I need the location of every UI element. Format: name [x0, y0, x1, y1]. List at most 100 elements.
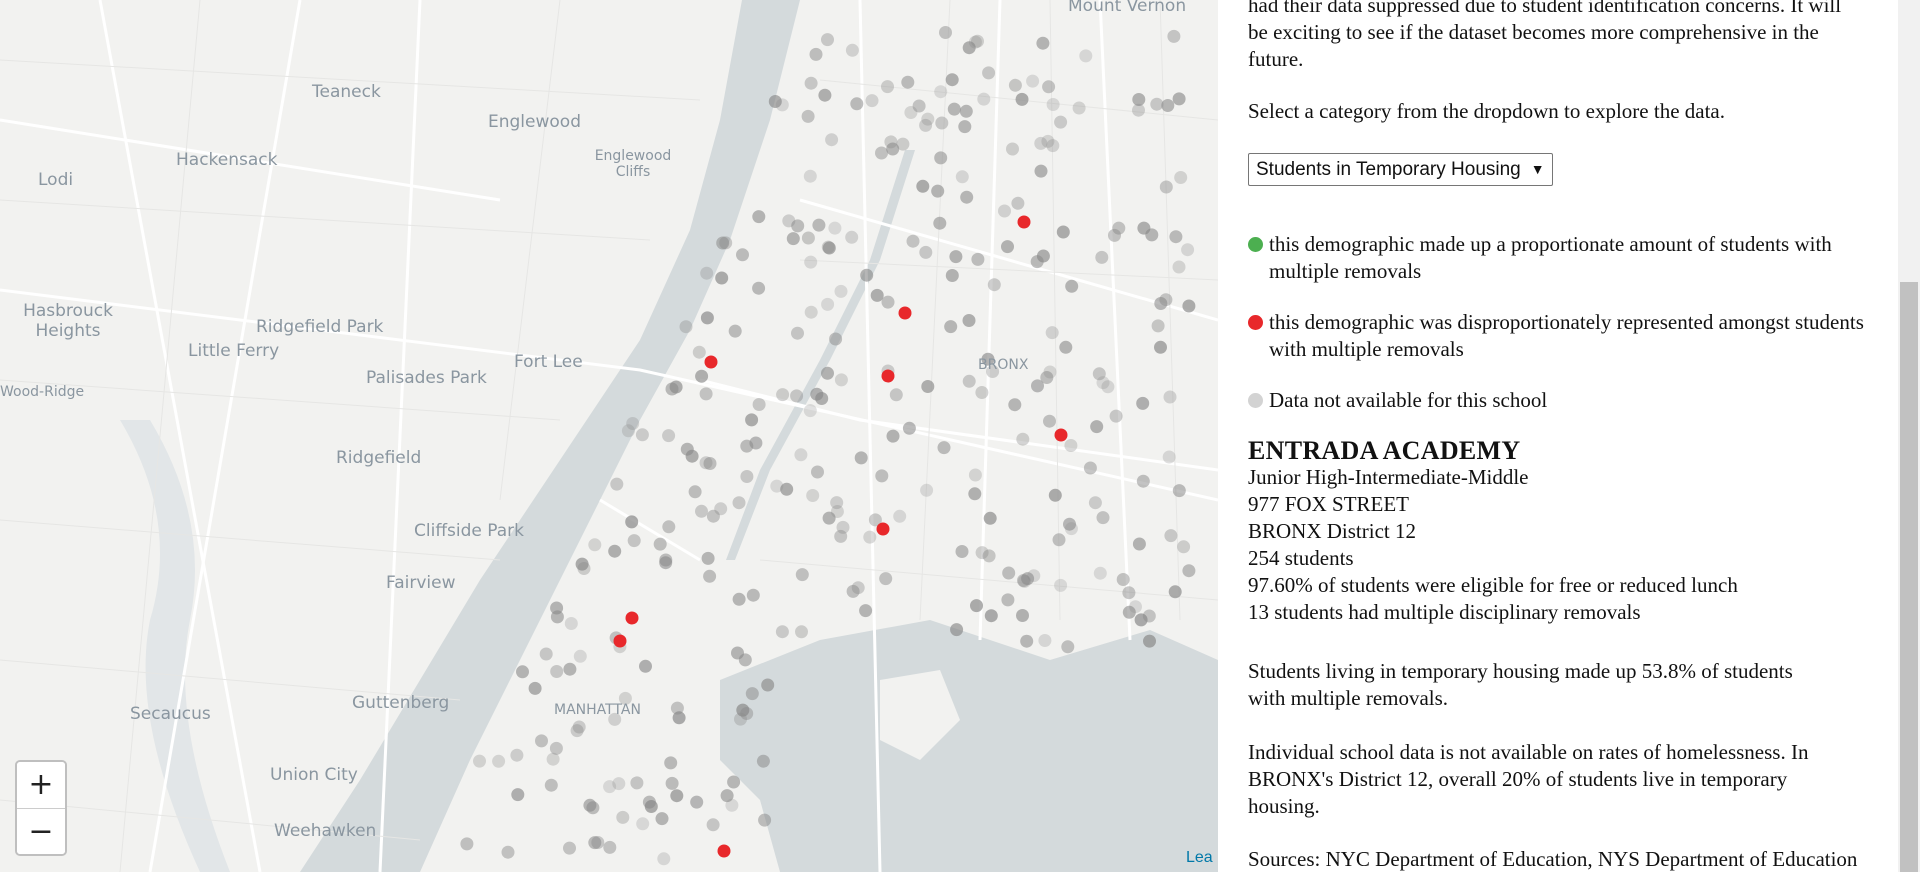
- school-marker-gray: [865, 94, 879, 108]
- school-marker-gray: [1095, 250, 1109, 264]
- school-marker-gray: [603, 840, 617, 854]
- school-marker-gray: [736, 248, 749, 262]
- school-marker-gray: [1006, 142, 1019, 156]
- school-marker-gray: [1063, 517, 1076, 531]
- school-marker-gray: [728, 324, 742, 338]
- scrollbar-thumb[interactable]: [1900, 282, 1918, 872]
- sources-text: Sources: NYC Department of Education, NY…: [1248, 847, 1858, 871]
- school-marker-gray: [1168, 585, 1182, 599]
- school-marker-gray: [893, 509, 907, 523]
- school-marker-gray: [958, 120, 972, 134]
- school-marker-gray: [982, 66, 996, 80]
- school-marker-gray: [745, 687, 759, 701]
- school-marker-gray: [821, 240, 835, 254]
- school-marker-gray: [945, 269, 959, 282]
- school-marker-gray: [746, 588, 760, 602]
- school-marker-gray: [1143, 634, 1156, 648]
- zoom-control: + −: [15, 760, 67, 856]
- school-marker-gray: [944, 320, 958, 334]
- school-marker-gray: [511, 788, 525, 802]
- school-marker-gray: [875, 146, 888, 160]
- school-marker-gray: [794, 448, 808, 462]
- school-marker-gray: [818, 88, 832, 102]
- school-marker-gray: [1056, 225, 1070, 239]
- school-marker-gray: [845, 230, 859, 244]
- legend-item-proportionate: this demographic made up a proportionate…: [1248, 231, 1868, 285]
- school-removals: 13 students had multiple disciplinary re…: [1248, 600, 1641, 624]
- school-marker-gray: [1159, 180, 1173, 194]
- school-marker-gray: [1008, 78, 1022, 92]
- map-attribution-link[interactable]: Lea: [1186, 849, 1213, 867]
- school-marker-gray: [1182, 564, 1196, 578]
- place-label: Hackensack: [176, 150, 278, 170]
- school-marker-gray: [955, 545, 969, 558]
- school-marker-gray: [939, 26, 952, 39]
- category-dropdown[interactable]: Students in Temporary Housing ▼: [1248, 153, 1553, 186]
- school-marker-gray: [1020, 634, 1034, 648]
- school-marker-gray: [768, 95, 782, 108]
- info-panel: had their data suppressed due to student…: [1248, 0, 1868, 872]
- school-marker-gray: [473, 754, 486, 768]
- school-marker-gray: [703, 457, 717, 470]
- school-marker-gray: [1181, 243, 1195, 257]
- school-marker-gray: [546, 752, 560, 766]
- intro-text: had their data suppressed due to student…: [1248, 0, 1842, 71]
- school-marker-gray: [962, 314, 976, 327]
- school-marker-gray: [782, 214, 796, 228]
- school-marker-gray: [653, 537, 667, 551]
- school-marker-gray: [564, 617, 578, 630]
- dropdown-value: Students in Temporary Housing: [1256, 159, 1521, 180]
- school-marker-gray: [539, 647, 553, 661]
- scrollbar[interactable]: [1898, 0, 1920, 872]
- school-marker-gray: [528, 681, 542, 695]
- school-marker-gray: [1116, 573, 1130, 586]
- school-marker-gray: [970, 599, 983, 613]
- school-marker-gray: [821, 366, 834, 380]
- school-marker-gray: [828, 221, 842, 235]
- school-marker-gray: [1090, 420, 1104, 434]
- school-marker-gray: [1174, 171, 1188, 184]
- school-marker-gray: [912, 99, 926, 113]
- map[interactable]: Mount Vernon Teaneck Englewood Englewood Cl…: [0, 0, 1218, 872]
- school-marker-gray: [758, 813, 772, 827]
- district-note: Individual school data is not available …: [1248, 740, 1809, 818]
- zoom-in-button[interactable]: +: [17, 762, 65, 808]
- school-marker-red: [704, 355, 718, 369]
- school-marker-gray: [573, 649, 587, 663]
- school-marker-gray: [1154, 297, 1168, 310]
- zoom-out-button[interactable]: −: [17, 808, 65, 854]
- school-marker-gray: [732, 592, 746, 606]
- school-marker-gray: [1048, 488, 1062, 502]
- school-marker-gray: [756, 754, 770, 768]
- school-marker-gray: [706, 818, 720, 832]
- school-marker-gray: [700, 266, 714, 280]
- school-marker-gray: [588, 836, 602, 850]
- school-marker-gray: [725, 798, 739, 812]
- school-lunch: 97.60% of students were eligible for fre…: [1248, 573, 1738, 597]
- school-marker-gray: [968, 487, 982, 501]
- school-marker-gray: [815, 392, 829, 405]
- school-marker-gray: [971, 252, 985, 266]
- school-marker-gray: [916, 179, 930, 193]
- school-marker-gray: [670, 789, 684, 803]
- school-marker-gray: [881, 295, 895, 309]
- place-label: Lodi: [38, 170, 74, 190]
- school-marker-gray: [1096, 511, 1110, 525]
- school-marker-gray: [616, 810, 630, 824]
- school-marker-gray: [776, 388, 790, 402]
- school-marker-gray: [1169, 230, 1183, 244]
- legend-item-disproportionate: this demographic was disproportionately …: [1248, 309, 1868, 363]
- place-label: Ridgefield: [336, 448, 422, 468]
- school-marker-gray: [577, 562, 591, 575]
- school-district: BRONX District 12: [1248, 519, 1416, 543]
- school-marker-gray: [535, 734, 548, 748]
- school-marker-gray: [809, 47, 823, 61]
- school-marker-gray: [983, 511, 997, 525]
- school-marker-gray: [955, 170, 969, 184]
- school-marker-gray: [1096, 376, 1110, 390]
- school-marker-gray: [662, 520, 676, 534]
- school-marker-gray: [962, 41, 976, 55]
- legend-label: this demographic was disproportionately …: [1269, 310, 1864, 361]
- school-marker-red: [613, 634, 627, 648]
- school-marker-gray: [803, 404, 817, 418]
